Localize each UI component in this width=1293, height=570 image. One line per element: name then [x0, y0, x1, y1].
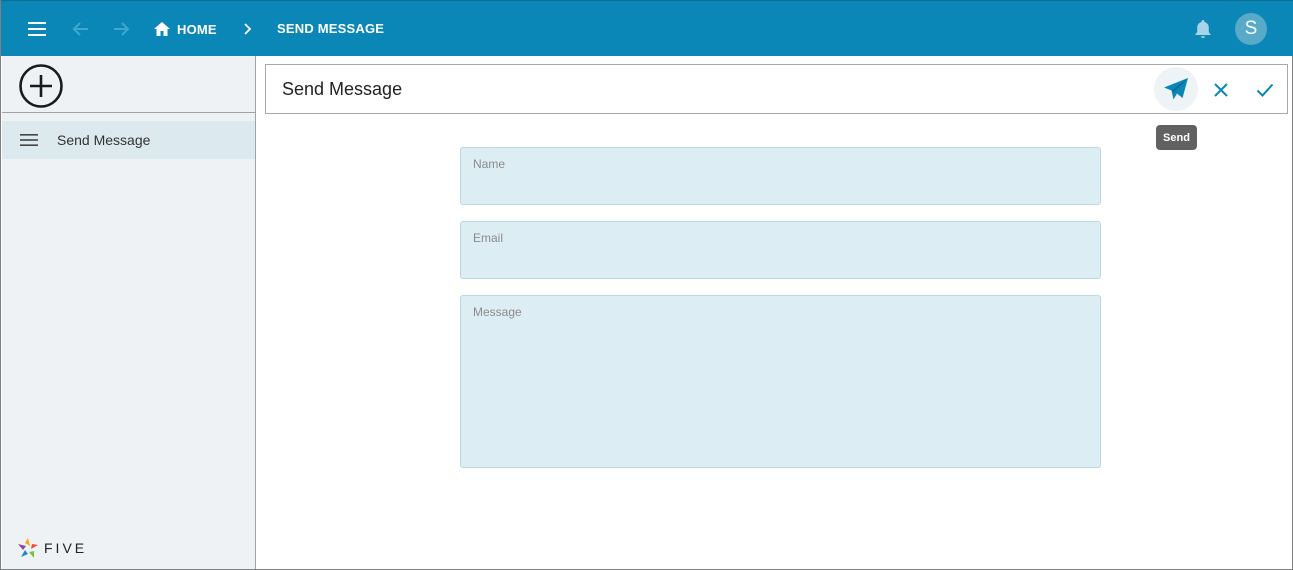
- arrow-left-icon[interactable]: [67, 15, 95, 43]
- page-title: Send Message: [282, 79, 403, 99]
- email-field[interactable]: Email: [460, 221, 1101, 279]
- user-avatar[interactable]: S: [1235, 13, 1267, 45]
- email-field-label: Email: [473, 231, 504, 245]
- chevron-right-icon: [239, 18, 255, 40]
- name-field[interactable]: Name: [460, 147, 1101, 205]
- five-logo-mark-icon: [18, 538, 38, 558]
- plus-circle-icon[interactable]: [18, 63, 64, 109]
- top-app-bar: HOME SEND MESSAGE S: [1, 0, 1293, 56]
- name-input[interactable]: [473, 174, 1088, 198]
- sidebar-item-send-message[interactable]: Send Message: [2, 121, 255, 159]
- app-window: HOME SEND MESSAGE S Send Message FIVE Se…: [0, 0, 1293, 570]
- hamburger-menu-icon[interactable]: [23, 15, 51, 43]
- breadcrumb-home-label: HOME: [177, 21, 217, 37]
- bell-icon[interactable]: [1190, 15, 1216, 43]
- message-field-label: Message: [473, 305, 522, 319]
- sidebar-item-label: Send Message: [57, 132, 151, 148]
- form-header: Send Message: [265, 64, 1288, 114]
- arrow-right-icon[interactable]: [107, 15, 135, 43]
- send-tooltip: Send: [1156, 125, 1197, 150]
- breadcrumb-home[interactable]: HOME: [153, 18, 217, 40]
- close-icon[interactable]: [1208, 77, 1234, 103]
- sidebar: Send Message FIVE: [2, 56, 256, 569]
- email-input[interactable]: [473, 248, 1088, 272]
- name-field-label: Name: [473, 157, 506, 171]
- message-textarea[interactable]: [473, 322, 1088, 461]
- sidebar-divider: [2, 112, 255, 113]
- breadcrumb-current: SEND MESSAGE: [277, 21, 385, 36]
- home-icon: [154, 22, 170, 36]
- check-icon[interactable]: [1252, 77, 1278, 103]
- message-field[interactable]: Message: [460, 295, 1101, 468]
- list-lines-icon: [20, 134, 38, 146]
- paper-plane-icon: [1164, 78, 1188, 100]
- five-logo-text: FIVE: [44, 540, 88, 556]
- send-button[interactable]: [1154, 67, 1198, 111]
- five-logo: FIVE: [16, 534, 87, 562]
